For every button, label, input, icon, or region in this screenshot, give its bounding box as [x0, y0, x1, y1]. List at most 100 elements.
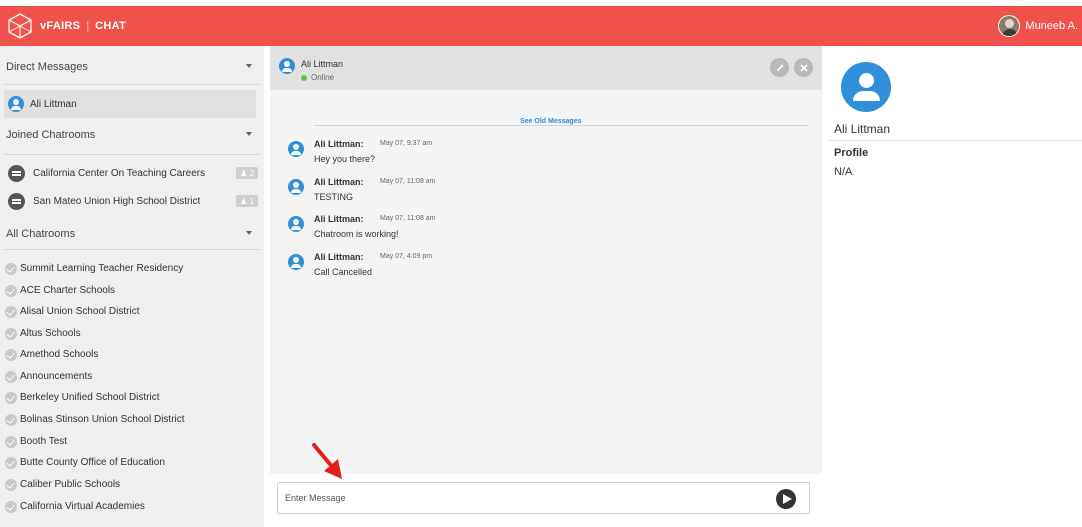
sidebar: Direct Messages Ali Littman Joined Chatr…	[0, 46, 264, 527]
room-label: San Mateo Union High School District	[33, 195, 201, 207]
top-bar: vFAIRS | CHAT Muneeb A.	[0, 6, 1082, 46]
message-item: Ali Littman: May 07, 9:37 am Hey you the…	[286, 139, 786, 171]
divider	[4, 249, 260, 250]
user-avatar-icon	[8, 96, 24, 112]
chatroom-item[interactable]: Altus Schools	[5, 323, 260, 344]
message-author: Ali Littman:	[314, 177, 364, 187]
all-chatrooms-title: All Chatrooms	[6, 228, 76, 240]
message-item: Ali Littman: May 07, 11:08 am Chatroom i…	[286, 214, 786, 246]
direct-messages-header[interactable]: Direct Messages	[0, 48, 260, 86]
divider	[314, 125, 808, 126]
contact-name: Ali Littman	[301, 59, 344, 69]
member-count-badge: ♟ 2	[236, 167, 258, 179]
chatroom-item[interactable]: Butte County Office of Education	[5, 452, 260, 473]
joined-chatrooms-title: Joined Chatrooms	[6, 129, 96, 141]
check-circle-icon	[5, 391, 17, 404]
profile-panel: Ali Littman Profile N/A	[822, 46, 1082, 527]
divider	[828, 140, 1082, 141]
user-name[interactable]: Muneeb A.	[1025, 20, 1078, 32]
close-button[interactable]	[794, 58, 813, 77]
message-author: Ali Littman:	[314, 214, 364, 224]
chatroom-label: Caliber Public Schools	[20, 479, 121, 490]
contact-avatar-icon	[279, 58, 295, 74]
member-count: 2	[249, 168, 254, 178]
check-circle-icon	[5, 435, 17, 448]
profile-name: Ali Littman	[834, 122, 891, 136]
chevron-down-icon[interactable]	[246, 132, 252, 136]
chatroom-label: Altus Schools	[20, 328, 81, 339]
joined-room-item[interactable]: San Mateo Union High School District ♟ 1	[8, 189, 258, 213]
check-circle-icon	[5, 262, 17, 275]
brand[interactable]: vFAIRS | CHAT	[6, 10, 126, 42]
check-circle-icon	[5, 370, 17, 383]
chatroom-label: Amethod Schools	[20, 349, 99, 360]
message-text: Call Cancelled	[314, 267, 373, 277]
message-item: Ali Littman: May 07, 4:09 pm Call Cancel…	[286, 252, 786, 284]
chatroom-item[interactable]: Alisal Union School District	[5, 301, 260, 322]
sender-avatar-icon	[288, 179, 304, 195]
profile-section-label: Profile	[834, 147, 869, 159]
message-text: Chatroom is working!	[314, 229, 399, 239]
user-menu[interactable]: Muneeb A.	[998, 14, 1078, 38]
check-circle-icon	[5, 500, 17, 513]
check-circle-icon	[5, 456, 17, 469]
edit-button[interactable]	[770, 58, 789, 77]
chatroom-item[interactable]: Summit Learning Teacher Residency	[5, 258, 260, 279]
chatroom-item[interactable]: ACE Charter Schools	[5, 280, 260, 301]
message-timestamp: May 07, 9:37 am	[380, 140, 433, 147]
message-author: Ali Littman:	[314, 252, 364, 262]
chatroom-label: Bolinas Stinson Union School District	[20, 414, 185, 425]
member-count: 1	[249, 196, 254, 206]
chatroom-item[interactable]: Booth Test	[5, 431, 260, 452]
message-timestamp: May 07, 11:08 am	[380, 215, 436, 222]
chatroom-item[interactable]: California Virtual Academies	[5, 496, 260, 517]
all-chatrooms-header[interactable]: All Chatrooms	[0, 215, 260, 253]
see-old-messages-link[interactable]: See Old Messages	[514, 118, 588, 125]
chat-panel: Ali Littman Online See Old Messages Ali …	[270, 46, 822, 527]
annotation-arrow-icon	[312, 443, 342, 479]
chevron-down-icon[interactable]	[246, 64, 252, 68]
chatroom-label: California Virtual Academies	[20, 501, 145, 512]
sender-avatar-icon	[288, 216, 304, 232]
chatroom-item[interactable]: Caliber Public Schools	[5, 474, 260, 495]
chevron-down-icon[interactable]	[246, 231, 252, 235]
chatroom-item[interactable]: Amethod Schools	[5, 344, 260, 365]
composer	[270, 474, 822, 527]
check-circle-icon	[5, 348, 17, 361]
message-text: TESTING	[314, 192, 354, 202]
sender-avatar-icon	[288, 254, 304, 270]
sidebar-item-ali-littman[interactable]: Ali Littman	[4, 90, 256, 118]
message-author: Ali Littman:	[314, 139, 364, 149]
chatroom-item[interactable]: Bolinas Stinson Union School District	[5, 409, 260, 430]
chatroom-label: Booth Test	[20, 436, 68, 447]
member-count-badge: ♟ 1	[236, 195, 258, 207]
joined-chatrooms-header[interactable]: Joined Chatrooms	[0, 116, 260, 154]
message-timestamp: May 07, 4:09 pm	[380, 253, 433, 260]
check-circle-icon	[5, 327, 17, 340]
joined-room-item[interactable]: California Center On Teaching Careers ♟ …	[8, 161, 258, 185]
profile-avatar-icon	[841, 62, 891, 112]
message-timestamp: May 07, 11:08 am	[380, 178, 436, 185]
message-input[interactable]	[277, 482, 810, 514]
sender-avatar-icon	[288, 141, 304, 157]
chatroom-item[interactable]: Berkeley Unified School District	[5, 387, 260, 408]
contact-status: Online	[301, 73, 334, 82]
chatroom-label: Announcements	[20, 371, 93, 382]
check-circle-icon	[5, 284, 17, 297]
chatroom-label: ACE Charter Schools	[20, 285, 116, 296]
see-old-messages: See Old Messages	[314, 118, 808, 132]
status-label: Online	[311, 73, 335, 82]
message-item: Ali Littman: May 07, 11:08 am TESTING	[286, 177, 786, 209]
message-text: Hey you there?	[314, 154, 376, 164]
chat-bubble-icon	[8, 192, 25, 210]
check-circle-icon	[5, 305, 17, 318]
chat-header: Ali Littman Online	[270, 46, 822, 90]
dm-label: Ali Littman	[30, 98, 77, 110]
send-button[interactable]	[776, 489, 796, 509]
vfairs-logo-icon	[8, 13, 32, 39]
room-label: California Center On Teaching Careers	[33, 167, 206, 179]
user-avatar[interactable]	[998, 15, 1021, 37]
section-name: CHAT	[95, 20, 127, 32]
online-status-icon	[301, 74, 307, 81]
chatroom-item[interactable]: Announcements	[5, 366, 260, 387]
